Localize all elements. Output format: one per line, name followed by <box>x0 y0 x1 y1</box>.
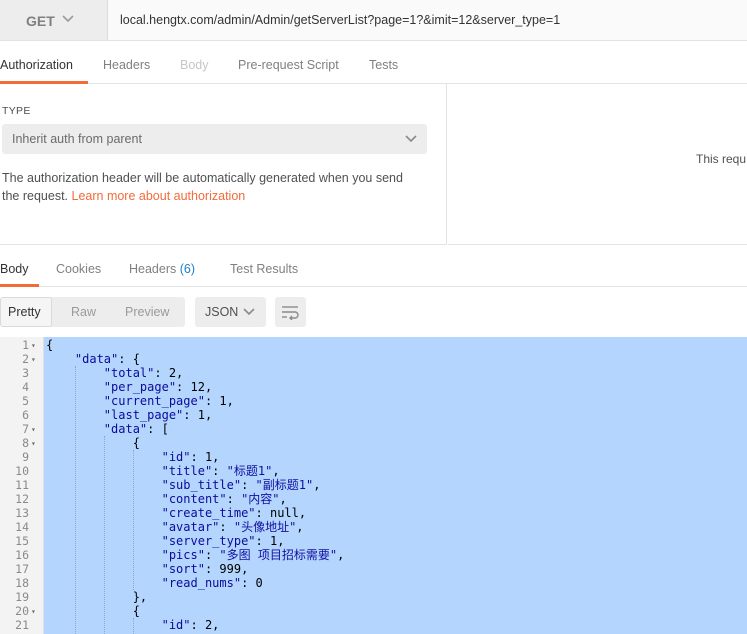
line-number: 20 <box>15 604 29 618</box>
line-number: 14 <box>15 520 29 534</box>
code-text: "server_type": 1, <box>161 534 285 548</box>
code-text: "read_nums": 0 <box>161 576 263 590</box>
code-text: }, <box>46 590 148 604</box>
url-input[interactable]: local.hengtx.com/admin/Admin/getServerLi… <box>120 13 560 27</box>
line-number: 17 <box>15 562 29 576</box>
view-mode-group: Pretty Raw Preview <box>0 297 185 327</box>
headers-count-badge: (6) <box>179 262 196 276</box>
tab-authorization[interactable]: Authorization <box>0 58 73 72</box>
auth-type-select[interactable]: Inherit auth from parent <box>2 124 427 154</box>
format-value: JSON <box>205 305 239 319</box>
code-text: "create_time": null, <box>161 506 307 520</box>
code-text: "avatar": "头像地址", <box>161 520 304 534</box>
code-text: "id": 1, <box>161 450 220 464</box>
code-text: { <box>46 436 140 450</box>
code-text: "sub_title": "副标题1", <box>161 478 321 492</box>
auth-type-value: Inherit auth from parent <box>12 132 142 146</box>
line-number: 8 <box>22 436 29 450</box>
tab-pre-request-script[interactable]: Pre-request Script <box>238 58 339 72</box>
tab-response-headers[interactable]: Headers (6) <box>129 262 195 276</box>
wrap-lines-icon <box>282 306 299 320</box>
code-text: "total": 2, <box>103 366 184 380</box>
auth-info-panel: This requ <box>448 84 747 245</box>
auth-panel: TYPE Inherit auth from parent The author… <box>0 84 447 245</box>
wrap-lines-button[interactable] <box>275 297 306 327</box>
tab-response-headers-label: Headers <box>129 262 177 276</box>
chevron-down-icon <box>62 15 74 23</box>
fold-toggle-icon[interactable]: ▾ <box>31 423 36 437</box>
line-number: 16 <box>15 548 29 562</box>
method-select[interactable]: GET <box>0 0 108 40</box>
line-number: 10 <box>15 464 29 478</box>
code-text: "title": "标题1", <box>161 464 280 478</box>
response-body-editor[interactable]: 1 ▾{2 ▾ "data": {3 "total": 2, 4 "per_page"… <box>0 337 747 634</box>
tab-body[interactable]: Body <box>180 58 209 72</box>
line-number: 18 <box>15 576 29 590</box>
tab-headers[interactable]: Headers <box>103 58 150 72</box>
response-toolbar: Pretty Raw Preview JSON <box>0 287 747 337</box>
line-number: 6 <box>22 408 29 422</box>
request-tabs: Authorization Headers Body Pre-request S… <box>0 41 747 84</box>
line-number: 1 <box>22 338 29 352</box>
raw-button[interactable]: Raw <box>71 305 96 319</box>
chevron-down-icon <box>405 135 417 143</box>
tab-tests[interactable]: Tests <box>369 58 398 72</box>
code-text: "sort": 999, <box>161 562 249 576</box>
line-number: 15 <box>15 534 29 548</box>
code-text: "data": [ <box>103 422 169 436</box>
fold-toggle-icon[interactable]: ▾ <box>31 437 36 451</box>
pretty-button[interactable]: Pretty <box>8 305 41 319</box>
fold-toggle-icon[interactable]: ▾ <box>31 339 36 353</box>
learn-more-link[interactable]: Learn more about authorization <box>72 189 246 203</box>
line-number: 19 <box>15 590 29 604</box>
line-number: 4 <box>22 380 29 394</box>
line-number: 12 <box>15 492 29 506</box>
line-number: 21 <box>15 618 29 632</box>
code-text: "current_page": 1, <box>103 394 234 408</box>
tab-cookies[interactable]: Cookies <box>56 262 101 276</box>
line-number: 13 <box>15 506 29 520</box>
tab-test-results[interactable]: Test Results <box>230 262 298 276</box>
line-number: 3 <box>22 366 29 380</box>
method-label: GET <box>26 13 55 29</box>
auth-info-text: This requ <box>696 152 747 166</box>
url-bar: GET local.hengtx.com/admin/Admin/getServ… <box>0 0 747 41</box>
code-text: "pics": "多图 项目招标需要", <box>161 548 345 562</box>
format-select[interactable]: JSON <box>195 297 266 327</box>
code-text: "content": "内容", <box>161 492 287 506</box>
code-text: { <box>46 604 140 618</box>
fold-toggle-icon[interactable]: ▾ <box>31 605 36 619</box>
fold-toggle-icon[interactable]: ▾ <box>31 353 36 367</box>
type-label: TYPE <box>2 105 31 117</box>
code-text: "data": { <box>74 352 140 366</box>
line-number: 7 <box>22 422 29 436</box>
line-number: 9 <box>22 450 29 464</box>
response-tabs: Body Cookies Headers (6) Test Results <box>0 245 747 287</box>
code-text: "id": 2, <box>161 618 220 632</box>
code-text: "last_page": 1, <box>103 408 213 422</box>
line-number: 5 <box>22 394 29 408</box>
preview-button[interactable]: Preview <box>125 305 169 319</box>
chevron-down-icon <box>243 308 255 316</box>
line-number: 2 <box>22 352 29 366</box>
code-text: { <box>46 338 54 352</box>
line-number: 11 <box>15 478 29 492</box>
code-text: "per_page": 12, <box>103 380 213 394</box>
auth-description: The authorization header will be automat… <box>2 169 422 205</box>
tab-response-body[interactable]: Body <box>0 262 29 276</box>
